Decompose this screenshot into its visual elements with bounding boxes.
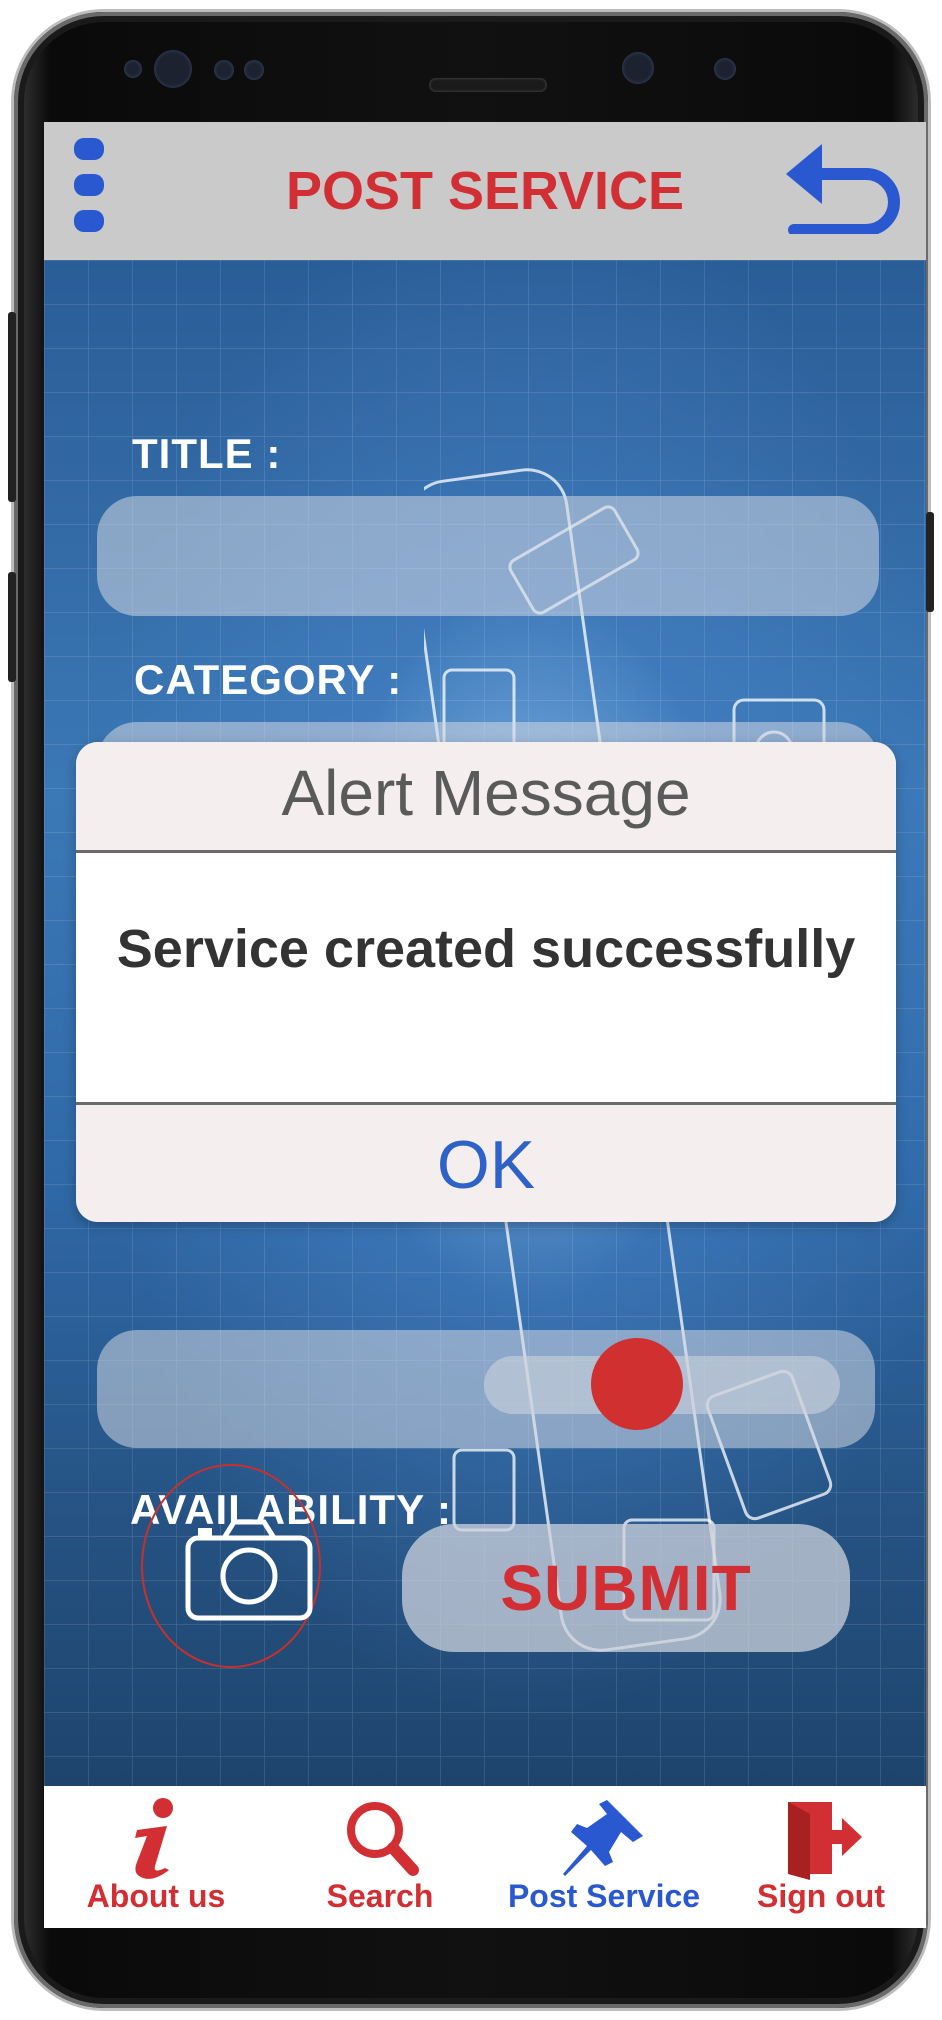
sensor-dot xyxy=(244,60,264,80)
back-icon[interactable] xyxy=(780,134,900,234)
screen: POST SERVICE TITLE: CATEGORY: AVAILABI… xyxy=(44,122,926,1928)
pushpin-icon xyxy=(563,1800,643,1876)
nav-item-about-us[interactable]: About us xyxy=(44,1786,268,1928)
sensor-dot xyxy=(124,60,142,78)
category-label: CATEGORY : xyxy=(134,656,403,703)
sign-out-icon xyxy=(788,1802,862,1880)
menu-icon xyxy=(74,138,104,160)
nav-label-search: Search xyxy=(326,1878,434,1914)
nav-item-search[interactable]: Search xyxy=(268,1786,492,1928)
bottom-navigation: About us Search Post Service Sign out xyxy=(44,1786,926,1928)
power-button xyxy=(926,512,934,612)
dialog-title: Alert Message xyxy=(281,757,691,829)
phone-frame: POST SERVICE TITLE: CATEGORY: AVAILABI… xyxy=(8,12,934,2008)
search-icon xyxy=(347,1802,419,1876)
nav-item-sign-out[interactable]: Sign out xyxy=(716,1786,926,1928)
bixby-button xyxy=(8,572,16,682)
nav-label-post-service: Post Service xyxy=(507,1878,701,1914)
app-header: POST SERVICE xyxy=(44,122,926,260)
submit-button[interactable]: SUBMIT xyxy=(402,1524,850,1652)
info-icon xyxy=(135,1798,173,1879)
sensor-dot xyxy=(714,58,736,80)
sensor-dot xyxy=(214,60,234,80)
dialog-header: Alert Message xyxy=(76,742,896,853)
availability-toggle-knob[interactable] xyxy=(591,1338,683,1430)
volume-button xyxy=(8,312,16,502)
front-camera-icon xyxy=(154,50,192,88)
iris-camera-icon xyxy=(622,52,654,84)
ok-button[interactable]: OK xyxy=(76,1105,896,1222)
nav-label-about-us: About us xyxy=(86,1878,226,1914)
title-input[interactable] xyxy=(97,496,879,616)
dialog-message: Service created successfully xyxy=(116,919,856,979)
dialog-footer: OK xyxy=(76,1102,896,1222)
nav-item-post-service[interactable]: Post Service xyxy=(492,1786,716,1928)
alert-dialog: Alert Message Service created successful… xyxy=(76,742,896,1222)
title-label: TITLE : xyxy=(132,430,282,477)
earpiece-speaker xyxy=(429,78,547,92)
camera-icon xyxy=(185,1519,313,1621)
nav-label-sign-out: Sign out xyxy=(757,1878,885,1914)
